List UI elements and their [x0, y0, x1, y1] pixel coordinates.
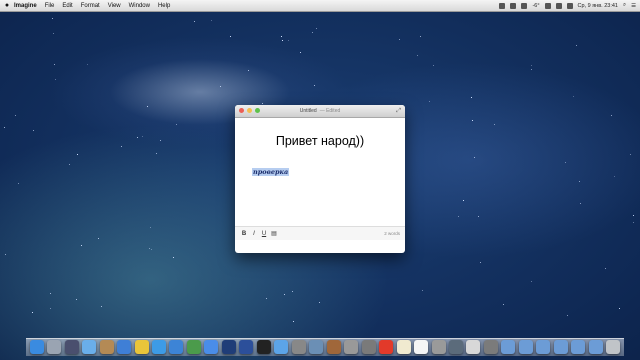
format-toolbar: B I U ▤ 2 words: [235, 226, 405, 240]
iphoto-icon[interactable]: [309, 340, 324, 354]
mission-control-icon[interactable]: [64, 340, 79, 354]
photoshop-alt-icon[interactable]: [239, 340, 254, 354]
folder-icon-2[interactable]: [518, 340, 533, 354]
weather-temperature[interactable]: -6°: [532, 3, 539, 9]
window-edited-status[interactable]: — Edited: [320, 108, 341, 114]
menu-format[interactable]: Format: [81, 3, 100, 9]
finder-icon[interactable]: [29, 340, 44, 354]
app-icon-1[interactable]: [431, 340, 446, 354]
spotlight-icon[interactable]: ⌕: [623, 2, 626, 9]
disk-icon[interactable]: [344, 340, 359, 354]
app-icon-2[interactable]: [448, 340, 463, 354]
app-icon-3[interactable]: [466, 340, 481, 354]
contacts-icon[interactable]: [99, 340, 114, 354]
notifications-icon[interactable]: ☰: [631, 3, 636, 9]
screenshot-icon[interactable]: [291, 340, 306, 354]
window-controls: [239, 108, 260, 113]
menu-view[interactable]: View: [108, 3, 121, 9]
menu-clock[interactable]: Ср, 9 янв. 23:41: [578, 3, 618, 9]
folder-icon-5[interactable]: [571, 340, 586, 354]
document-area[interactable]: Привет народ)) проверка B I U ▤ 2 words: [235, 118, 405, 240]
word-count: 2 words: [384, 231, 400, 236]
trash-icon[interactable]: [606, 340, 621, 354]
close-button[interactable]: [239, 108, 244, 113]
system-prefs-icon[interactable]: [483, 340, 498, 354]
battery-icon[interactable]: [566, 2, 573, 9]
fullscreen-icon[interactable]: ⤢: [396, 108, 401, 115]
dock: [26, 338, 624, 356]
list-icon[interactable]: ▤: [269, 230, 279, 237]
selected-text[interactable]: проверка: [252, 168, 290, 176]
status-icon[interactable]: [510, 2, 517, 9]
textedit-window: Untitled — Edited ⤢ Привет народ)) прове…: [235, 105, 405, 253]
notes-icon[interactable]: [396, 340, 411, 354]
folder-icon-3[interactable]: [536, 340, 551, 354]
zoom-button[interactable]: [255, 108, 260, 113]
launchpad-icon[interactable]: [47, 340, 62, 354]
menu-bar: ● Imagine File Edit Format View Window H…: [0, 0, 640, 12]
italic-button[interactable]: I: [249, 231, 259, 237]
underline-button[interactable]: U: [259, 231, 269, 237]
itunes-icon[interactable]: [117, 340, 132, 354]
document-heading[interactable]: Привет народ)): [235, 134, 405, 148]
menu-file[interactable]: File: [45, 3, 55, 9]
twitter-icon[interactable]: [152, 340, 167, 354]
calendar-icon[interactable]: [379, 340, 394, 354]
textedit-icon[interactable]: [414, 340, 429, 354]
chrome-icon[interactable]: [134, 340, 149, 354]
status-icon[interactable]: [521, 2, 528, 9]
menu-help[interactable]: Help: [158, 3, 170, 9]
tools-icon[interactable]: [326, 340, 341, 354]
menu-window[interactable]: Window: [129, 3, 150, 9]
apple-icon[interactable]: ●: [0, 2, 14, 9]
status-icon[interactable]: [499, 2, 506, 9]
menu-edit[interactable]: Edit: [62, 3, 72, 9]
wifi-icon[interactable]: [544, 2, 551, 9]
window-title: Untitled: [299, 108, 317, 114]
menu-app-imagine[interactable]: Imagine: [14, 3, 37, 9]
folder-icon-1[interactable]: [501, 340, 516, 354]
terminal-icon[interactable]: [256, 340, 271, 354]
facetime-icon[interactable]: [186, 340, 201, 354]
app-store-icon[interactable]: [204, 340, 219, 354]
window-titlebar[interactable]: Untitled — Edited ⤢: [235, 105, 405, 118]
status-area: -6° Ср, 9 янв. 23:41 ⌕ ☰: [499, 0, 636, 11]
quill-icon[interactable]: [361, 340, 376, 354]
volume-icon[interactable]: [555, 2, 562, 9]
safari-icon[interactable]: [169, 340, 184, 354]
bold-button[interactable]: B: [239, 231, 249, 237]
minimize-button[interactable]: [247, 108, 252, 113]
folder-icon-6[interactable]: [588, 340, 603, 354]
photoshop-icon[interactable]: [221, 340, 236, 354]
folder-icon-4[interactable]: [553, 340, 568, 354]
preview-icon[interactable]: [274, 340, 289, 354]
menu-items: Imagine File Edit Format View Window Hel…: [14, 3, 170, 9]
mail-icon[interactable]: [82, 340, 97, 354]
